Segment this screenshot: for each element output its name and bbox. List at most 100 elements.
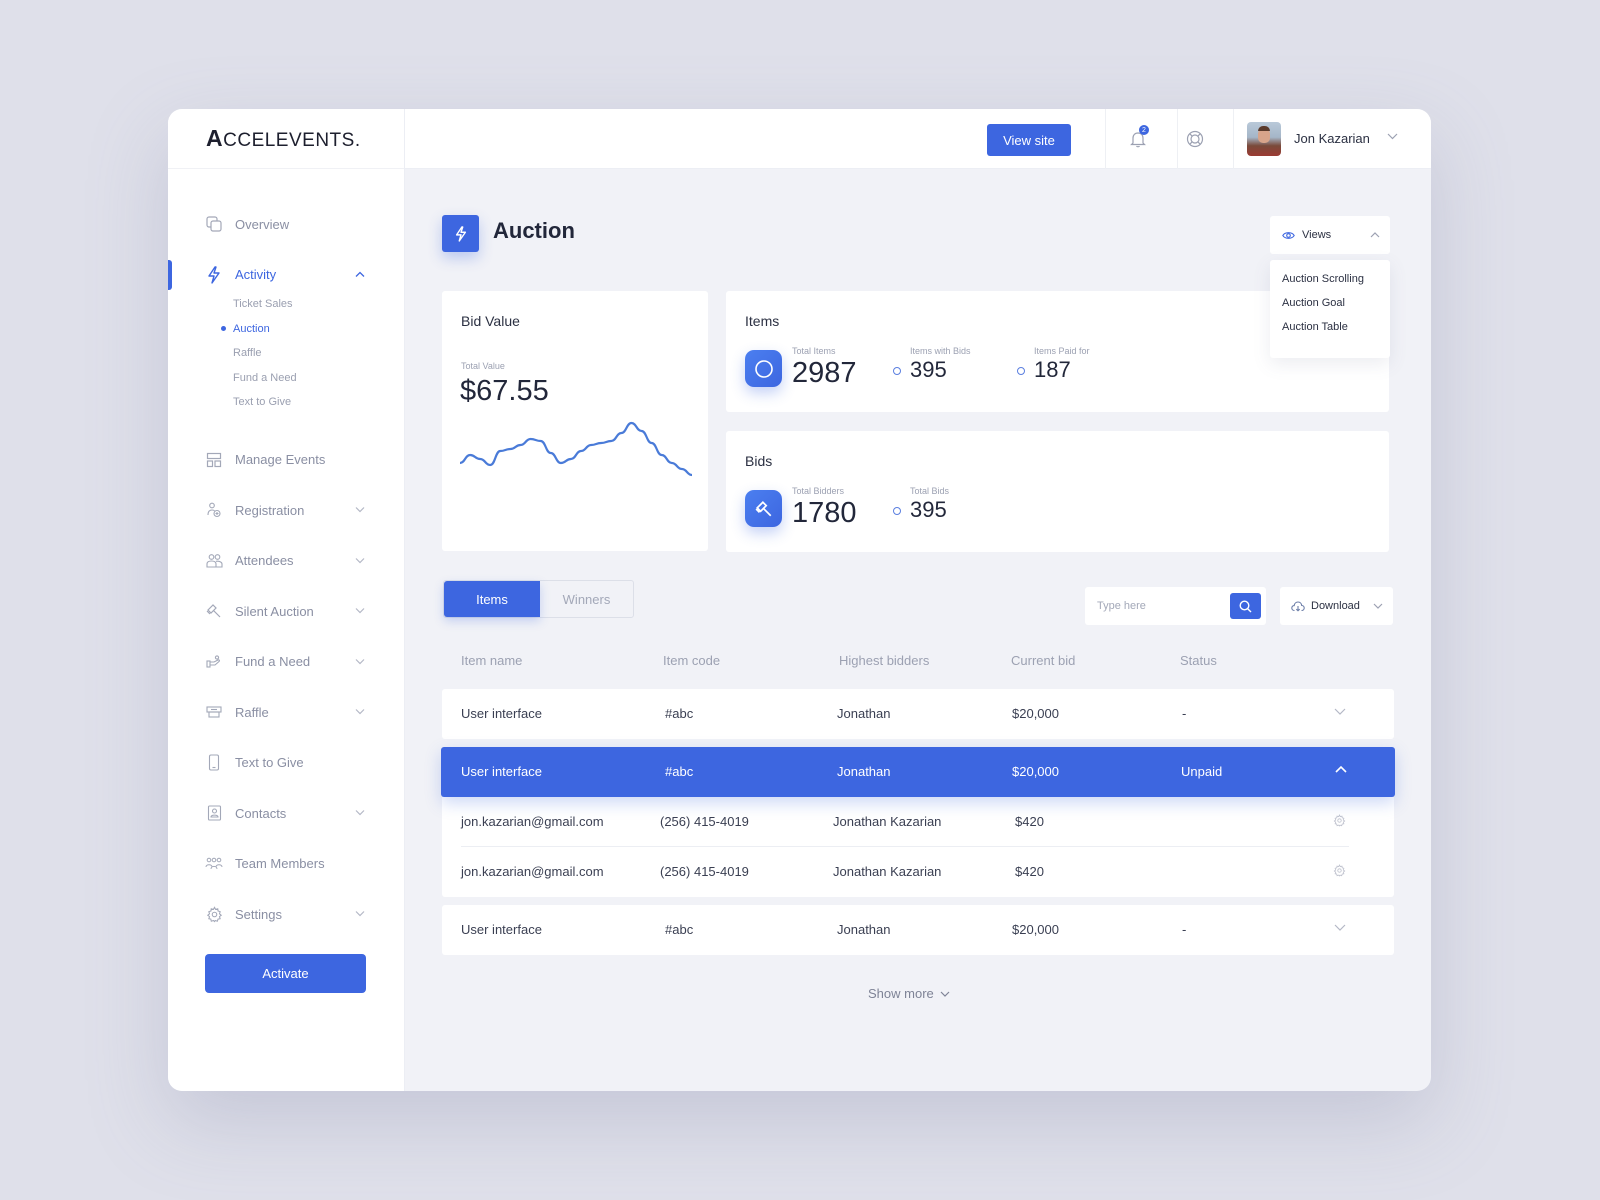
table-row-expanded[interactable]: User interface #abc Jonathan $20,000 Unp…	[441, 747, 1395, 797]
help-button[interactable]	[1183, 127, 1207, 151]
sidebar-item-registration[interactable]: Registration	[168, 485, 404, 536]
cell-status: -	[1182, 706, 1187, 721]
view-site-button[interactable]: View site	[987, 124, 1071, 156]
sidebar-item-attendees[interactable]: Attendees	[168, 536, 404, 587]
chevron-down-icon[interactable]	[355, 606, 365, 617]
topbar: View site 2 Jon Kazarian	[405, 109, 1431, 169]
search-input[interactable]	[1085, 587, 1225, 625]
table-row[interactable]: User interface #abc Jonathan $20,000 -	[442, 905, 1394, 955]
search-icon	[1239, 599, 1252, 613]
stat-items-with-bids: Items with Bids 395	[893, 346, 971, 383]
submenu-item-raffle[interactable]: Raffle	[233, 341, 404, 366]
show-more-button[interactable]: Show more	[868, 986, 950, 1001]
circle-icon	[745, 350, 782, 387]
sidebar-item-label: Manage Events	[235, 452, 326, 468]
chevron-up-icon	[1370, 230, 1380, 241]
sidebar-item-label: Activity	[235, 267, 277, 283]
sidebar-item-overview[interactable]: Overview	[168, 199, 404, 250]
sidebar-item-text-to-give[interactable]: Text to Give	[168, 738, 404, 789]
user-name[interactable]: Jon Kazarian	[1294, 131, 1370, 146]
contact-card-icon	[205, 804, 223, 822]
sidebar: ACCELEVENTS. Overview Activity Ticket Sa…	[168, 109, 405, 1091]
stat-label: Total Value	[461, 361, 505, 371]
chevron-down-icon[interactable]	[355, 909, 365, 920]
views-option-auction-scrolling[interactable]: Auction Scrolling	[1282, 273, 1390, 297]
notifications-button[interactable]: 2	[1126, 125, 1150, 151]
eye-icon	[1282, 231, 1295, 240]
views-dropdown[interactable]: Views	[1270, 216, 1390, 254]
chevron-down-icon[interactable]	[1334, 920, 1346, 934]
sidebar-item-raffle[interactable]: Raffle	[168, 687, 404, 738]
sidebar-item-manage-events[interactable]: Manage Events	[168, 435, 404, 486]
lifebuoy-icon	[1186, 130, 1204, 148]
bid-value-card: Bid Value Total Value $67.55	[442, 291, 708, 551]
chevron-down-icon[interactable]	[1334, 704, 1346, 718]
logo-text: ACCELEVENTS.	[206, 125, 361, 151]
chevron-up-icon[interactable]	[355, 269, 365, 280]
sidebar-item-label: Fund a Need	[235, 654, 311, 670]
sidebar-item-label: Text to Give	[235, 755, 304, 771]
show-more-label: Show more	[868, 986, 934, 1001]
activate-button[interactable]: Activate	[205, 954, 366, 993]
ticket-icon	[205, 703, 223, 721]
column-header-item-name[interactable]: Item name	[461, 653, 522, 668]
tab-winners[interactable]: Winners	[540, 581, 633, 617]
lightning-icon	[205, 266, 223, 284]
chevron-down-icon[interactable]	[1387, 131, 1398, 143]
chevron-down-icon[interactable]	[355, 707, 365, 718]
cell-item-name: User interface	[461, 922, 542, 937]
submenu-item-fund-a-need[interactable]: Fund a Need	[233, 366, 404, 391]
views-option-auction-table[interactable]: Auction Table	[1282, 321, 1390, 345]
detail-phone: (256) 415-4019	[660, 814, 749, 829]
submenu-item-ticket-sales[interactable]: Ticket Sales	[233, 292, 404, 317]
gear-icon[interactable]	[1333, 814, 1346, 830]
table-row[interactable]: User interface #abc Jonathan $20,000 -	[442, 689, 1394, 739]
sidebar-item-label: Registration	[235, 502, 305, 518]
donate-icon	[205, 653, 223, 671]
submenu-item-auction[interactable]: Auction	[221, 317, 404, 342]
submenu-item-text-to-give[interactable]: Text to Give	[233, 390, 404, 415]
detail-amount: $420	[1015, 814, 1044, 829]
sidebar-item-contacts[interactable]: Contacts	[168, 788, 404, 839]
column-header-status[interactable]: Status	[1180, 653, 1217, 668]
chevron-down-icon[interactable]	[355, 505, 365, 516]
card-title: Bid Value	[461, 313, 520, 329]
divider	[1105, 109, 1106, 169]
sidebar-item-fund-a-need[interactable]: Fund a Need	[168, 637, 404, 688]
chevron-down-icon[interactable]	[355, 555, 365, 566]
card-title: Bids	[745, 453, 773, 469]
total-value: $67.55	[460, 375, 549, 407]
chevron-down-icon[interactable]	[355, 656, 365, 667]
logo[interactable]: ACCELEVENTS.	[168, 109, 404, 169]
avatar[interactable]	[1247, 122, 1281, 156]
search-button[interactable]	[1230, 593, 1261, 619]
detail-name: Jonathan Kazarian	[833, 864, 942, 879]
table-header: Item name Item code Highest bidders Curr…	[442, 653, 1394, 673]
team-icon	[205, 855, 223, 873]
sidebar-item-silent-auction[interactable]: Silent Auction	[168, 586, 404, 637]
tab-items[interactable]: Items	[444, 581, 540, 617]
column-header-highest-bidders[interactable]: Highest bidders	[839, 653, 929, 668]
phone-icon	[205, 754, 223, 772]
download-dropdown[interactable]: Download	[1280, 587, 1393, 625]
cell-item-code: #abc	[665, 922, 694, 937]
views-option-auction-goal[interactable]: Auction Goal	[1282, 297, 1390, 321]
cell-item-code: #abc	[665, 706, 694, 721]
ring-icon	[893, 507, 901, 515]
cell-item-name: User interface	[461, 764, 542, 779]
stat-total-items: Total Items 2987	[792, 346, 857, 389]
cell-highest-bidder: Jonathan	[837, 922, 891, 937]
gear-icon[interactable]	[1333, 864, 1346, 880]
sidebar-item-team-members[interactable]: Team Members	[168, 839, 404, 890]
column-header-item-code[interactable]: Item code	[663, 653, 720, 668]
chevron-down-icon[interactable]	[355, 808, 365, 819]
bids-card: Bids Total Bidders 1780 Total Bids 395	[726, 431, 1389, 552]
column-header-current-bid[interactable]: Current bid	[1011, 653, 1075, 668]
divider	[1177, 109, 1178, 169]
chevron-down-icon	[940, 991, 950, 997]
activity-submenu: Ticket Sales Auction Raffle Fund a Need …	[168, 292, 404, 415]
cell-current-bid: $20,000	[1012, 764, 1059, 779]
active-indicator	[168, 259, 172, 290]
sidebar-item-settings[interactable]: Settings	[168, 889, 404, 940]
chevron-up-icon[interactable]	[1335, 762, 1347, 776]
